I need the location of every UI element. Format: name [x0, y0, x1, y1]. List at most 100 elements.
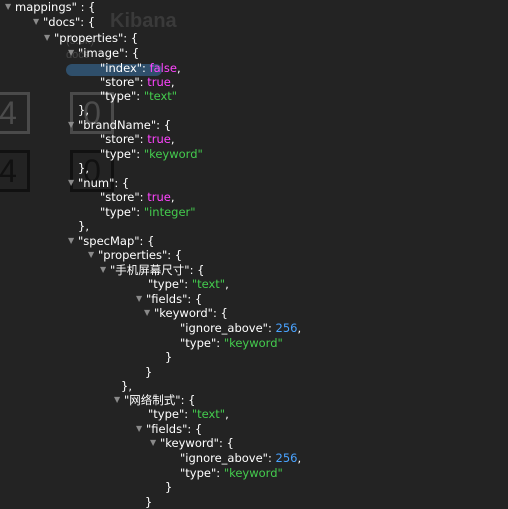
json-line: ▼ "fields": {: [136, 292, 202, 306]
background-title: Kibana: [110, 10, 177, 32]
json-line: ▼ "手机屏幕尺寸": {: [100, 263, 204, 277]
json-token: 256: [275, 451, 298, 465]
json-line: "ignore_above": 256,: [180, 451, 301, 465]
json-line: "type": "text",: [148, 277, 229, 291]
json-line: "index": false,: [100, 61, 181, 75]
json-line: ▼ "specMap": {: [68, 234, 154, 248]
json-token: ,: [170, 132, 175, 146]
json-token: },: [78, 219, 89, 233]
json-token: "integer": [143, 205, 196, 219]
background-box: 4: [0, 150, 30, 192]
json-token: "text": [143, 89, 178, 103]
json-line: ▼ "image": {: [68, 46, 139, 60]
json-token: "type":: [180, 336, 224, 350]
json-line: ▼ "docs": {: [33, 15, 95, 29]
json-token: "store":: [100, 75, 148, 89]
json-token: "type":: [148, 407, 192, 421]
json-token: "properties": {: [54, 31, 139, 45]
fold-toggle-icon[interactable]: ▼: [33, 15, 43, 29]
background-box: 4: [0, 92, 30, 134]
json-line: ▼ "fields": {: [136, 422, 202, 436]
json-token: }: [165, 480, 173, 494]
json-token: "text": [191, 407, 226, 421]
json-line: },: [78, 219, 89, 233]
json-line: }: [145, 495, 152, 509]
json-line: ▼ "properties": {: [44, 31, 138, 45]
json-line: "type": "keyword": [180, 466, 283, 480]
background-layer: Kibana (5.5k) docs 4 0 4 0: [0, 0, 508, 502]
json-token: false: [149, 61, 177, 75]
json-token: "type":: [100, 205, 144, 219]
json-line: ▼ "properties": {: [88, 248, 182, 262]
json-line: ▼ "keyword": {: [144, 306, 228, 320]
json-line: ▼ "num": {: [68, 176, 129, 190]
json-token: "properties": {: [98, 248, 183, 262]
json-line: },: [121, 379, 132, 393]
json-line: }: [145, 365, 152, 379]
json-token: mappings: [15, 0, 72, 14]
json-line: ▼ mappings" : {: [5, 0, 95, 14]
json-token: "text": [191, 277, 226, 291]
json-token: "keyword": [223, 466, 283, 480]
fold-toggle-icon[interactable]: ▼: [88, 248, 98, 262]
fold-toggle-icon[interactable]: ▼: [68, 176, 78, 190]
json-line: ▼ "keyword": {: [150, 436, 234, 450]
json-token: " : {: [71, 0, 96, 14]
json-token: "网络制式": {: [124, 393, 196, 407]
fold-toggle-icon[interactable]: ▼: [150, 436, 160, 450]
json-token: "ignore_above":: [180, 321, 276, 335]
json-token: },: [121, 379, 132, 393]
json-token: "store":: [100, 190, 148, 204]
json-token: "手机屏幕尺寸": {: [110, 263, 205, 277]
fold-toggle-icon[interactable]: ▼: [44, 31, 54, 45]
fold-toggle-icon[interactable]: ▼: [68, 118, 78, 132]
json-token: "docs": {: [43, 15, 96, 29]
json-token: "keyword": {: [154, 306, 228, 320]
json-line: },: [78, 103, 89, 117]
json-line: "store": true,: [100, 132, 174, 146]
json-line: "type": "text",: [148, 407, 229, 421]
json-line: "type": "text": [100, 89, 177, 103]
fold-toggle-icon[interactable]: ▼: [136, 422, 146, 436]
json-token: "type":: [180, 466, 224, 480]
json-line: }: [165, 350, 172, 364]
json-token: "keyword": [223, 336, 283, 350]
json-token: "ignore_above":: [180, 451, 276, 465]
json-line: "store": true,: [100, 75, 174, 89]
json-token: "index":: [100, 61, 150, 75]
json-token: "fields": {: [146, 292, 203, 306]
fold-toggle-icon[interactable]: ▼: [100, 263, 110, 277]
json-token: true: [147, 190, 171, 204]
json-token: ,: [225, 407, 229, 421]
fold-toggle-icon[interactable]: ▼: [136, 292, 146, 306]
json-line: "type": "keyword": [100, 147, 203, 161]
json-line: ▼ "网络制式": {: [114, 393, 195, 407]
json-token: "brandName": {: [78, 118, 172, 132]
json-token: "type":: [100, 147, 144, 161]
fold-toggle-icon[interactable]: ▼: [5, 0, 15, 14]
json-token: }: [145, 495, 153, 509]
json-token: true: [147, 75, 171, 89]
json-token: "type":: [148, 277, 192, 291]
fold-toggle-icon[interactable]: ▼: [114, 393, 124, 407]
json-token: "fields": {: [146, 422, 203, 436]
json-token: ,: [297, 451, 302, 465]
fold-toggle-icon[interactable]: ▼: [144, 306, 154, 320]
fold-toggle-icon[interactable]: ▼: [68, 234, 78, 248]
json-token: "type":: [100, 89, 144, 103]
json-token: },: [78, 103, 89, 117]
fold-toggle-icon[interactable]: ▼: [68, 46, 78, 60]
json-line: "ignore_above": 256,: [180, 321, 301, 335]
json-token: ,: [170, 75, 175, 89]
json-token: "image": {: [78, 46, 140, 60]
json-token: },: [78, 161, 89, 175]
json-line: }: [165, 480, 172, 494]
json-token: ,: [170, 190, 175, 204]
json-token: ,: [176, 61, 181, 75]
json-token: }: [165, 350, 173, 364]
json-token: "keyword": {: [160, 436, 234, 450]
json-token: ,: [297, 321, 302, 335]
json-token: "keyword": [143, 147, 203, 161]
json-token: "store":: [100, 132, 148, 146]
json-token: "specMap": {: [78, 234, 155, 248]
